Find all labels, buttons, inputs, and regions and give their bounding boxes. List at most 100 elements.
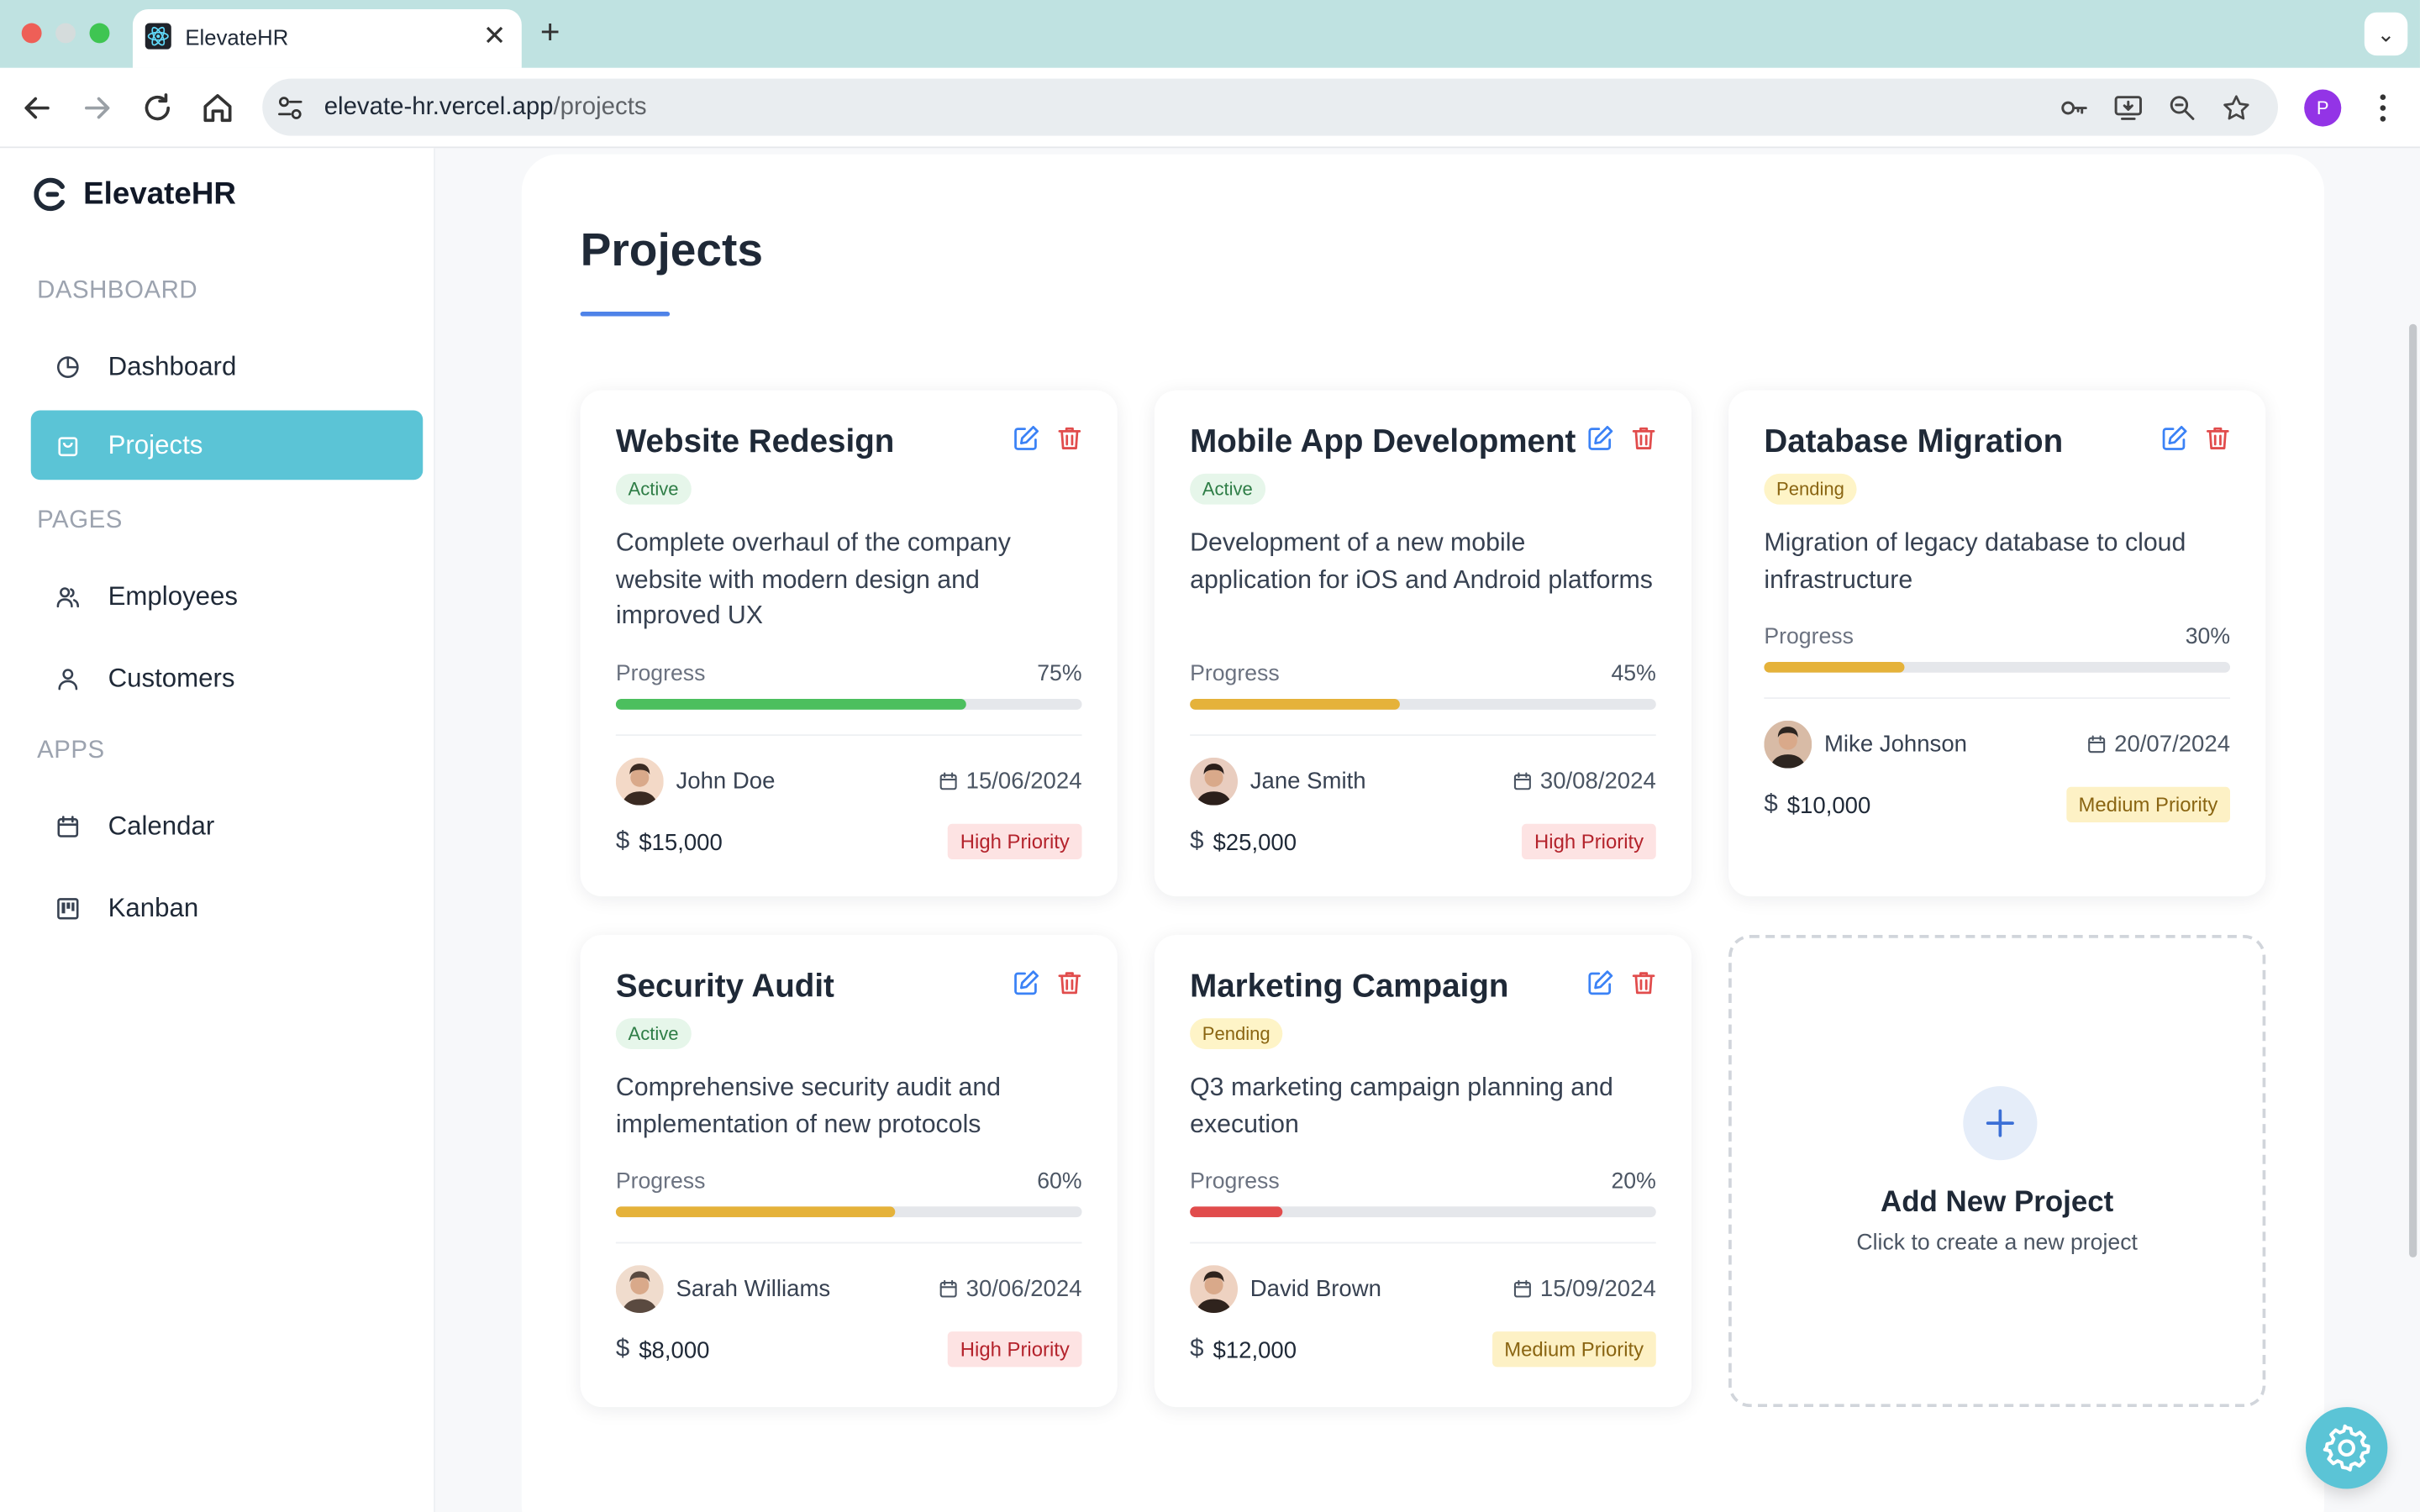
- dollar-icon: $: [615, 1336, 630, 1362]
- priority-badge: High Priority: [1522, 823, 1656, 860]
- card-divider: [1190, 1242, 1656, 1244]
- close-window-button[interactable]: [21, 23, 42, 44]
- priority-badge: High Priority: [948, 1331, 1082, 1368]
- project-description: Comprehensive security audit and impleme…: [615, 1074, 1002, 1138]
- progress-track: [615, 1206, 1082, 1218]
- react-logo-icon: [145, 23, 171, 50]
- sidebar-item-customers[interactable]: Customers: [31, 643, 424, 713]
- edit-icon[interactable]: [2160, 424, 2188, 452]
- add-project-card[interactable]: Add New Project Click to create a new pr…: [1728, 935, 2266, 1408]
- project-card[interactable]: Security Audit Active Comprehensive secu…: [580, 935, 1118, 1408]
- calendar-icon: [939, 772, 957, 790]
- budget: $ $25,000: [1190, 828, 1297, 856]
- calendar-icon: [2088, 735, 2106, 753]
- maximize-window-button[interactable]: [89, 23, 110, 44]
- browser-toolbar: elevate-hr.vercel.app/projects P: [0, 67, 2420, 149]
- sidebar-item-employees[interactable]: Employees: [31, 562, 424, 632]
- trash-icon[interactable]: [1630, 969, 1658, 996]
- dollar-icon: $: [615, 828, 630, 855]
- progress-track: [1190, 1206, 1656, 1218]
- card-actions: [1586, 424, 1657, 452]
- password-key-icon[interactable]: [2059, 92, 2090, 123]
- project-card[interactable]: Mobile App Development Active Developmen…: [1154, 390, 1692, 897]
- project-card[interactable]: Database Migration Pending Migration of …: [1728, 390, 2266, 897]
- due-date-text: 20/07/2024: [2114, 731, 2231, 758]
- progress-percent: 75%: [1037, 661, 1082, 687]
- due-date: 15/09/2024: [1512, 1276, 1656, 1302]
- sidebar-item-label: Customers: [108, 662, 235, 692]
- section-label-dashboard: DASHBOARD: [37, 277, 198, 304]
- project-card[interactable]: Website Redesign Active Complete overhau…: [580, 390, 1118, 897]
- edit-icon[interactable]: [1586, 424, 1614, 452]
- priority-badge: Medium Priority: [2065, 786, 2231, 822]
- trash-icon[interactable]: [1055, 424, 1083, 452]
- avatar: [615, 757, 664, 806]
- project-owner: Mike Johnson: [1823, 731, 1967, 758]
- address-bar[interactable]: elevate-hr.vercel.app/projects: [262, 78, 2278, 136]
- url-text: elevate-hr.vercel.app/projects: [324, 94, 647, 121]
- reload-icon[interactable]: [139, 90, 176, 127]
- project-title: Database Migration: [1764, 424, 2064, 460]
- due-date: 15/06/2024: [939, 769, 1082, 795]
- avatar: [615, 1265, 664, 1314]
- sidebar-item-dashboard[interactable]: Dashboard: [31, 332, 424, 402]
- page-scrollbar[interactable]: [2409, 323, 2417, 1257]
- status-badge: Pending: [1764, 473, 1857, 505]
- sidebar: ElevateHR DASHBOARD Dashboard Projects P…: [0, 148, 435, 1512]
- install-app-icon[interactable]: [2112, 92, 2144, 123]
- avatar: [1190, 1265, 1239, 1314]
- edit-icon[interactable]: [1013, 424, 1040, 452]
- card-divider: [1764, 697, 2231, 700]
- due-date-text: 15/06/2024: [965, 768, 1082, 795]
- tab-search-button[interactable]: ⌄: [2364, 12, 2408, 56]
- project-owner: Jane Smith: [1249, 768, 1366, 795]
- settings-button[interactable]: [2306, 1407, 2388, 1489]
- forward-icon[interactable]: [79, 90, 116, 127]
- budget-value: $8,000: [639, 1336, 710, 1363]
- elevatehr-logo-icon: [34, 177, 65, 212]
- trash-icon[interactable]: [1630, 424, 1658, 452]
- progress-percent: 45%: [1611, 661, 1656, 687]
- back-icon[interactable]: [18, 90, 55, 127]
- project-owner: Sarah Williams: [676, 1275, 831, 1303]
- priority-badge: Medium Priority: [1491, 1331, 1656, 1368]
- add-project-subtitle: Click to create a new project: [1856, 1231, 2138, 1257]
- minimize-window-button[interactable]: [55, 23, 76, 44]
- edit-icon[interactable]: [1586, 969, 1614, 996]
- page-title: Projects: [580, 225, 764, 276]
- calendar-icon: [1513, 772, 1531, 790]
- progress-fill: [1764, 661, 1904, 673]
- sidebar-item-projects[interactable]: Projects: [30, 410, 424, 480]
- calendar-icon: [1513, 1279, 1531, 1298]
- profile-avatar[interactable]: P: [2304, 89, 2342, 127]
- browser-tab[interactable]: ElevateHR ✕: [132, 9, 522, 68]
- shopping-bag-icon: [58, 436, 78, 456]
- zoom-icon[interactable]: [2167, 92, 2198, 123]
- sidebar-item-kanban[interactable]: Kanban: [31, 874, 424, 943]
- brand[interactable]: ElevateHR: [34, 176, 236, 213]
- site-settings-icon[interactable]: [275, 92, 306, 123]
- kebab-menu-icon[interactable]: [2365, 90, 2402, 127]
- trash-icon[interactable]: [2204, 424, 2232, 452]
- sidebar-item-label: Projects: [108, 429, 203, 459]
- due-date-text: 30/08/2024: [1539, 768, 1656, 795]
- progress-track: [1190, 699, 1656, 710]
- status-badge: Active: [1190, 473, 1265, 505]
- due-date: 30/06/2024: [939, 1276, 1082, 1302]
- progress-fill: [1190, 699, 1400, 710]
- progress-fill: [615, 1206, 896, 1218]
- project-card[interactable]: Marketing Campaign Pending Q3 marketing …: [1154, 935, 1692, 1408]
- project-owner: John Doe: [676, 768, 776, 795]
- sidebar-item-calendar[interactable]: Calendar: [31, 791, 424, 861]
- sidebar-item-label: Dashboard: [108, 350, 237, 381]
- trash-icon[interactable]: [1055, 969, 1083, 996]
- browser-tab-bar: ElevateHR ✕ + ⌄: [0, 0, 2420, 68]
- gear-icon: [2323, 1424, 2370, 1472]
- edit-icon[interactable]: [1013, 969, 1040, 996]
- new-tab-button[interactable]: +: [540, 13, 560, 53]
- pie-chart-icon: [56, 355, 79, 378]
- bookmark-star-icon[interactable]: [2221, 92, 2252, 123]
- projects-panel: Projects Website Redesign Active Complet…: [521, 154, 2325, 1512]
- home-icon[interactable]: [199, 90, 236, 127]
- close-tab-icon[interactable]: ✕: [483, 20, 507, 53]
